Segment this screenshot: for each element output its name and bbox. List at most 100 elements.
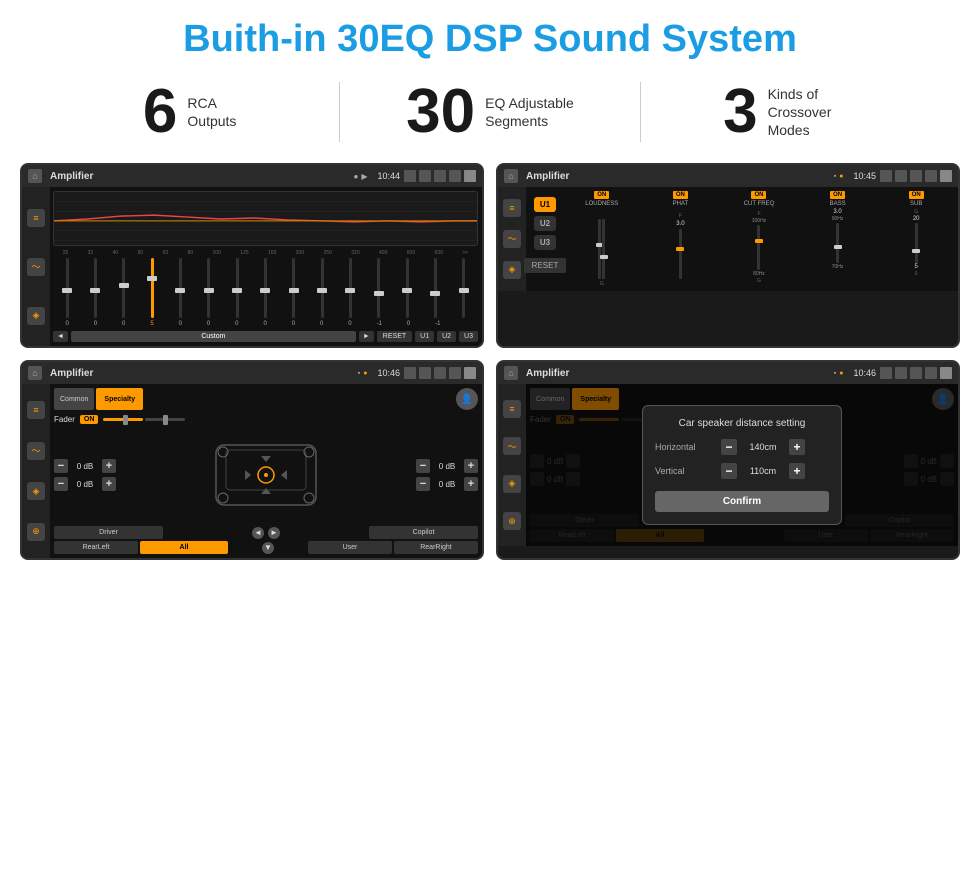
home-icon-2[interactable]: ⌂	[504, 169, 518, 183]
home-icon-3[interactable]: ⌂	[28, 366, 42, 380]
stat-desc-eq: EQ Adjustable Segments	[485, 94, 574, 130]
rearleft-btn[interactable]: RearLeft	[54, 541, 138, 554]
crossover-left-panel: ≡ 〜 ◈	[498, 187, 526, 291]
home-icon-1[interactable]: ⌂	[28, 169, 42, 183]
u1-tab[interactable]: U1	[534, 197, 556, 212]
vertical-plus-btn[interactable]: +	[789, 463, 805, 479]
specialty-tab[interactable]: Specialty	[96, 388, 143, 410]
sound-icon-3	[419, 367, 431, 379]
cx-icon-1[interactable]: ≡	[503, 199, 521, 217]
dist-icon-4[interactable]: ⊕	[503, 512, 521, 530]
u3-tab[interactable]: U3	[534, 235, 556, 250]
eq-slider-col[interactable]	[66, 258, 69, 318]
home-icon-4[interactable]: ⌂	[504, 366, 518, 380]
eq-custom-button[interactable]: Custom	[71, 331, 356, 342]
speaker-icon: ◈	[33, 310, 40, 321]
fd-icon-1[interactable]: ≡	[27, 401, 45, 419]
cx-icon-2[interactable]: 〜	[503, 230, 521, 248]
spk-tr-plus[interactable]: +	[464, 459, 478, 473]
camera-icon-4	[880, 367, 892, 379]
right-speakers: − 0 dB + − 0 dB +	[416, 459, 478, 491]
eq-slider-col[interactable]	[349, 258, 352, 318]
copilot-btn[interactable]: Copilot	[369, 526, 478, 539]
eq-slider-col[interactable]	[94, 258, 97, 318]
eq-slider-col[interactable]	[406, 258, 409, 318]
stat-number-rca: 6	[143, 81, 177, 143]
eq-slider-col[interactable]	[462, 258, 465, 318]
dist-icon-3[interactable]: ◈	[503, 475, 521, 493]
eq-icon-3[interactable]: ◈	[27, 307, 45, 325]
spk-br-minus[interactable]: −	[416, 477, 430, 491]
eq-slider-col[interactable]	[434, 258, 437, 318]
user-btn[interactable]: User	[308, 541, 392, 554]
u2-tab[interactable]: U2	[534, 216, 556, 231]
eq-reset-button[interactable]: RESET	[377, 331, 412, 342]
spk-tl-minus[interactable]: −	[54, 459, 68, 473]
speaker-row-tl: − 0 dB +	[54, 459, 116, 473]
fd-icon-2[interactable]: 〜	[27, 442, 45, 460]
dist-icon-2[interactable]: 〜	[503, 437, 521, 455]
loudness-label: LOUDNESS	[585, 201, 618, 207]
eq-slider-col[interactable]	[236, 258, 239, 318]
eq-left-panel: ≡ 〜 ◈	[22, 187, 50, 346]
common-tab[interactable]: Common	[54, 388, 94, 410]
vertical-val: 110cm	[743, 466, 783, 476]
spk-bl-plus[interactable]: +	[102, 477, 116, 491]
eq-slider-col[interactable]	[122, 258, 125, 318]
eq-u1-button[interactable]: U1	[415, 331, 434, 342]
eq-icon-1[interactable]: ≡	[27, 209, 45, 227]
all-btn[interactable]: All	[140, 541, 228, 554]
window-icon-4	[925, 367, 937, 379]
eq-slider-col[interactable]	[292, 258, 295, 318]
bass-label: BASS	[830, 201, 846, 207]
screens-grid: ⌂ Amplifier ● ▶ 10:44 ≡ 〜	[0, 158, 980, 570]
eq-prev-button[interactable]: ◄	[53, 331, 68, 342]
eq-slider-col[interactable]	[179, 258, 182, 318]
eq-next-button[interactable]: ►	[359, 331, 374, 342]
sub-on[interactable]: ON	[909, 191, 924, 199]
back-icon-4	[940, 367, 952, 379]
horizontal-plus-btn[interactable]: +	[789, 439, 805, 455]
eq-icon-2[interactable]: 〜	[27, 258, 45, 276]
cutfreq-channel: ON CUT FREQ F 100Hz 80Hz G	[721, 191, 797, 287]
eq-slider-col[interactable]	[264, 258, 267, 318]
arr-right[interactable]: ►	[268, 527, 280, 539]
spk-tr-minus[interactable]: −	[416, 459, 430, 473]
horizontal-minus-btn[interactable]: −	[721, 439, 737, 455]
eq-slider-col[interactable]	[151, 258, 154, 318]
vertical-minus-btn[interactable]: −	[721, 463, 737, 479]
close-icon-4	[910, 367, 922, 379]
phat-on[interactable]: ON	[673, 191, 688, 199]
eq-u3-button[interactable]: U3	[459, 331, 478, 342]
spk-tl-val: 0 dB	[71, 462, 99, 471]
back-icon-1	[464, 170, 476, 182]
eq-slider-col[interactable]	[321, 258, 324, 318]
crossover-body: ≡ 〜 ◈ U1 U2 U3 RESET	[498, 187, 958, 291]
confirm-button[interactable]: Confirm	[655, 491, 829, 512]
status-bar-3: ⌂ Amplifier ▪ ● 10:46	[22, 362, 482, 384]
eq-slider-col[interactable]	[207, 258, 210, 318]
cutfreq-label: CUT FREQ	[744, 201, 775, 207]
fd-icon-4[interactable]: ⊕	[27, 523, 45, 541]
spk-br-plus[interactable]: +	[464, 477, 478, 491]
back-icon-2	[940, 170, 952, 182]
spk-tl-plus[interactable]: +	[102, 459, 116, 473]
fd-icon-3[interactable]: ◈	[27, 482, 45, 500]
bass-on[interactable]: ON	[830, 191, 845, 199]
arr-left[interactable]: ◄	[252, 527, 264, 539]
eq-slider-col[interactable]	[377, 258, 380, 318]
cutfreq-on[interactable]: ON	[751, 191, 766, 199]
fader-on-btn[interactable]: ON	[80, 415, 99, 424]
spk-tr-val: 0 dB	[433, 462, 461, 471]
arr-down[interactable]: ▼	[262, 542, 274, 554]
status-title-4: Amplifier	[526, 368, 569, 379]
cx-icon-3[interactable]: ◈	[503, 261, 521, 279]
dist-icon-1[interactable]: ≡	[503, 400, 521, 418]
spk-bl-minus[interactable]: −	[54, 477, 68, 491]
fader-label: Fader	[54, 415, 75, 424]
loudness-on[interactable]: ON	[594, 191, 609, 199]
rearright-btn[interactable]: RearRight	[394, 541, 478, 554]
spk-br-val: 0 dB	[433, 480, 461, 489]
driver-btn[interactable]: Driver	[54, 526, 163, 539]
eq-u2-button[interactable]: U2	[437, 331, 456, 342]
